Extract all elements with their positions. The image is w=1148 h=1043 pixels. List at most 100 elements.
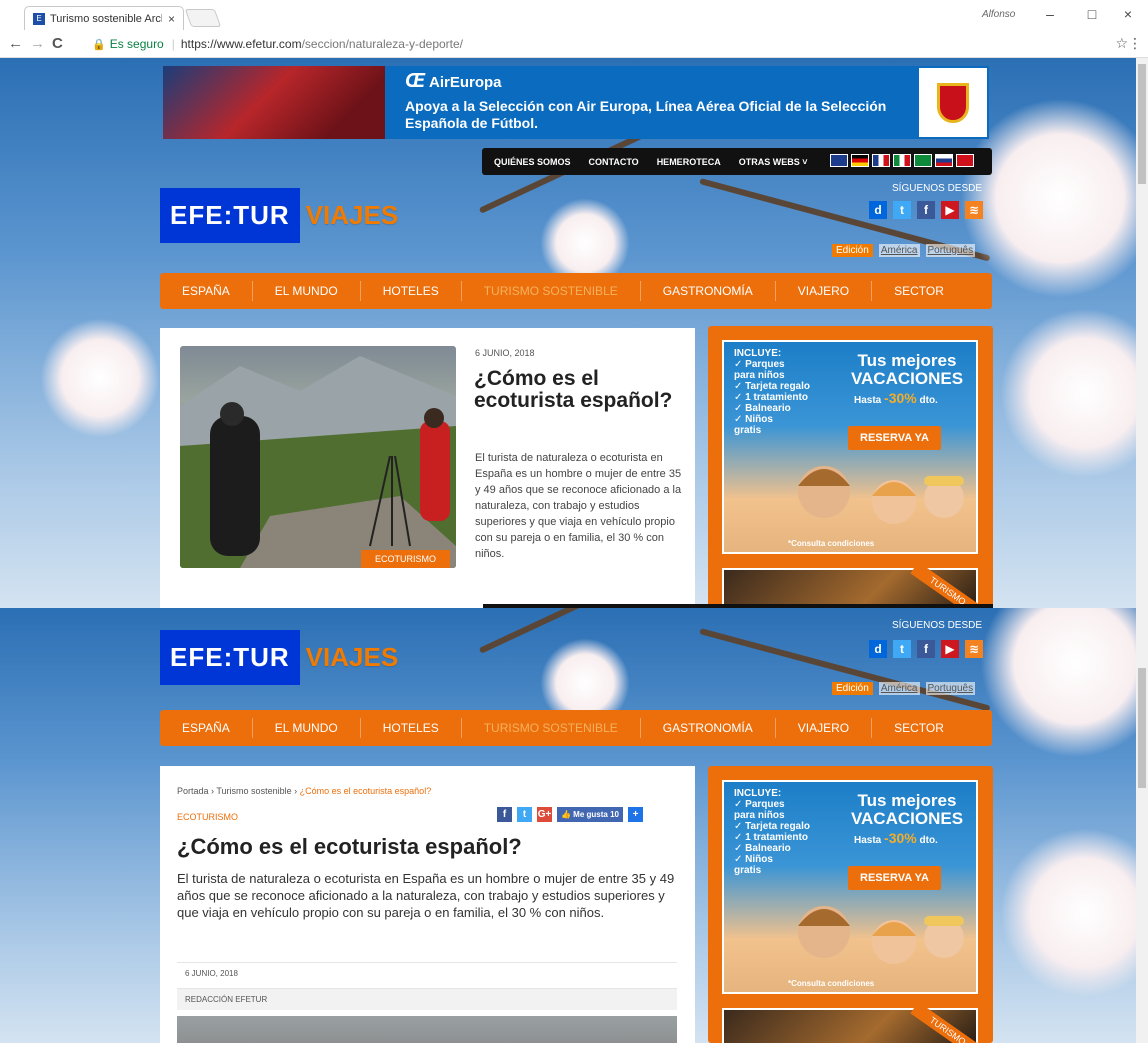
- dailymotion-icon[interactable]: d: [869, 201, 887, 219]
- close-window-icon[interactable]: ×: [1118, 6, 1138, 22]
- google-plus-share-icon[interactable]: G+: [537, 807, 552, 822]
- edition-america[interactable]: América: [878, 244, 920, 257]
- rss-icon[interactable]: ≋: [965, 640, 983, 658]
- twitter-share-icon[interactable]: t: [517, 807, 532, 822]
- breadcrumb-section[interactable]: Turismo sostenible: [216, 786, 291, 796]
- url-field[interactable]: 🔒 Es seguro | https://www.efetur.com /se…: [92, 33, 1127, 55]
- twitter-icon[interactable]: t: [893, 640, 911, 658]
- logo-viajes: VIAJES: [305, 199, 399, 230]
- nav-sector[interactable]: SECTOR: [872, 718, 966, 738]
- ad-include-item: gratis: [734, 425, 762, 436]
- efetur-viajes-logo[interactable]: EFE:TUR VIAJES: [160, 628, 398, 686]
- nav-viajero[interactable]: VIAJERO: [776, 281, 873, 301]
- nav-espana[interactable]: ESPAÑA: [160, 718, 253, 738]
- nav-hoteles[interactable]: HOTELES: [361, 718, 462, 738]
- nav-viajero[interactable]: VIAJERO: [776, 718, 873, 738]
- ad-includes-list: INCLUYE: ✓ Parques para niños ✓ Tarjeta …: [734, 788, 810, 876]
- edition-espana[interactable]: Edición: [832, 682, 873, 695]
- browser-menu-icon[interactable]: ⋮: [1128, 35, 1142, 52]
- top-menu-contacto[interactable]: CONTACTO: [589, 157, 639, 167]
- air-europa-ad-banner[interactable]: Œ AirEuropa Apoya a la Selección con Air …: [163, 66, 989, 139]
- rss-icon[interactable]: ≋: [965, 201, 983, 219]
- second-ad-panel[interactable]: TURISMO: [722, 1001, 985, 1043]
- nav-gastronomia[interactable]: GASTRONOMÍA: [641, 718, 776, 738]
- nav-hoteles[interactable]: HOTELES: [361, 281, 462, 301]
- featured-title[interactable]: ¿Cómo es el ecoturista español?: [474, 368, 674, 412]
- edition-portugues[interactable]: Português: [925, 682, 976, 695]
- vacation-ad-panel[interactable]: INCLUYE: ✓ Parques para niños ✓ Tarjeta …: [722, 340, 978, 554]
- flag-brazil-icon[interactable]: [914, 154, 932, 167]
- efetur-viajes-logo[interactable]: EFE:TUR VIAJES: [160, 186, 398, 244]
- ad-includes-list: INCLUYE: ✓ Parques para niños ✓ Tarjeta …: [734, 348, 810, 436]
- family-photo-illustration: [798, 466, 964, 524]
- top-menu-quienes-somos[interactable]: QUIÉNES SOMOS: [494, 157, 571, 167]
- reserva-ya-button[interactable]: RESERVA YA: [848, 866, 941, 890]
- nav-turismo-sostenible[interactable]: TURISMO SOSTENIBLE: [462, 718, 641, 738]
- scrollbar[interactable]: [1136, 58, 1148, 608]
- ad-include-item: ✓ Tarjeta regalo: [734, 381, 810, 392]
- maximize-icon[interactable]: □: [1082, 6, 1102, 22]
- youtube-icon[interactable]: ▶: [941, 640, 959, 658]
- edition-espana[interactable]: Edición: [832, 244, 873, 257]
- bookmark-star-icon[interactable]: ☆: [1115, 35, 1128, 52]
- vacation-ad-panel[interactable]: INCLUYE: ✓ Parques para niños ✓ Tarjeta …: [722, 780, 978, 994]
- ad-headline-2: VACACIONES: [850, 369, 964, 388]
- ad-includes-label: INCLUYE:: [734, 348, 782, 359]
- featured-article-card[interactable]: ECOTURISMO 6 JUNIO, 2018 ¿Cómo es el eco…: [160, 328, 695, 608]
- nav-gastronomia[interactable]: GASTRONOMÍA: [641, 281, 776, 301]
- reload-icon[interactable]: C: [52, 35, 63, 52]
- featured-article-image[interactable]: ECOTURISMO: [180, 346, 456, 568]
- logo-viajes: VIAJES: [305, 641, 399, 672]
- edition-portugues[interactable]: Português: [925, 244, 976, 257]
- url-host: https://www.efetur.com: [180, 37, 302, 51]
- scrollbar[interactable]: [1136, 608, 1148, 1043]
- second-ad-panel[interactable]: TURISMO: [722, 561, 985, 608]
- nav-turismo-sostenible[interactable]: TURISMO SOSTENIBLE: [462, 281, 641, 301]
- flag-italy-icon[interactable]: [893, 154, 911, 167]
- flag-germany-icon[interactable]: [851, 154, 869, 167]
- nav-sector[interactable]: SECTOR: [872, 281, 966, 301]
- nav-el-mundo[interactable]: EL MUNDO: [253, 281, 361, 301]
- browser-tab[interactable]: E Turismo sostenible Archi ×: [24, 6, 184, 30]
- vacation-side-ad[interactable]: INCLUYE: ✓ Parques para niños ✓ Tarjeta …: [708, 766, 993, 1043]
- more-share-icon[interactable]: +: [627, 807, 643, 822]
- article-date: 6 JUNIO, 2018: [177, 962, 677, 984]
- facebook-icon[interactable]: f: [917, 640, 935, 658]
- twitter-icon[interactable]: t: [893, 201, 911, 219]
- flag-france-icon[interactable]: [872, 154, 890, 167]
- flag-russia-icon[interactable]: [935, 154, 953, 167]
- forward-icon[interactable]: →: [30, 35, 45, 52]
- ad-include-item: para niños: [734, 810, 785, 821]
- breadcrumb-home[interactable]: Portada: [177, 786, 209, 796]
- breadcrumb-separator: ›: [211, 786, 215, 796]
- facebook-icon[interactable]: f: [917, 201, 935, 219]
- edition-america[interactable]: América: [878, 682, 920, 695]
- flag-china-icon[interactable]: [956, 154, 974, 167]
- scrollbar-thumb[interactable]: [1138, 64, 1146, 184]
- minimize-icon[interactable]: –: [1040, 6, 1060, 22]
- ad-discount: Hasta -30% dto.: [854, 390, 938, 406]
- flag-uk-icon[interactable]: [830, 154, 848, 167]
- ad-include-item: ✓ 1 tratamiento: [734, 392, 808, 403]
- scrollbar-thumb[interactable]: [1138, 668, 1146, 788]
- new-tab-button[interactable]: [184, 9, 222, 27]
- youtube-icon[interactable]: ▶: [941, 201, 959, 219]
- facebook-share-icon[interactable]: f: [497, 807, 512, 822]
- vacation-side-ad[interactable]: INCLUYE: ✓ Parques para niños ✓ Tarjeta …: [708, 326, 993, 608]
- featured-category-tag[interactable]: ECOTURISMO: [360, 550, 450, 568]
- nav-espana[interactable]: ESPAÑA: [160, 281, 253, 301]
- like-button[interactable]: 👍 Me gusta 10: [557, 807, 623, 822]
- nav-el-mundo[interactable]: EL MUNDO: [253, 718, 361, 738]
- article-category[interactable]: ECOTURISMO: [177, 812, 238, 822]
- dailymotion-icon[interactable]: d: [869, 640, 887, 658]
- top-menu-hemeroteca[interactable]: HEMEROTECA: [657, 157, 721, 167]
- reserva-ya-button[interactable]: RESERVA YA: [848, 426, 941, 450]
- ad-discount-post: dto.: [919, 835, 938, 846]
- top-menu-otras-webs[interactable]: OTRAS WEBS ˅: [739, 157, 808, 167]
- window-user-name[interactable]: Alfonso: [982, 9, 1015, 20]
- ad-ribbon: TURISMO: [909, 1001, 985, 1043]
- ad-brand: AirEuropa: [429, 74, 502, 91]
- tab-close-icon[interactable]: ×: [168, 12, 175, 26]
- ad-include-item: ✓ Niños: [734, 414, 773, 425]
- back-icon[interactable]: ←: [8, 35, 23, 52]
